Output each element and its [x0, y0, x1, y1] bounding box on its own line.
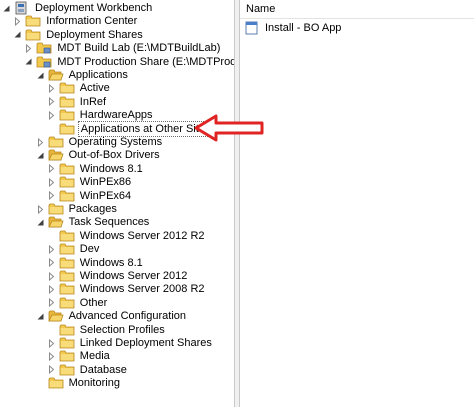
expander-closed-icon[interactable]: [47, 258, 56, 268]
expander-closed-icon[interactable]: [47, 97, 56, 107]
expander-open-icon[interactable]: [36, 151, 45, 160]
expander-open-icon[interactable]: [24, 57, 33, 66]
expander-closed-icon[interactable]: [47, 110, 56, 120]
expander-closed-icon[interactable]: [47, 177, 56, 187]
expander-closed-icon[interactable]: [47, 164, 56, 174]
navigation-tree-pane[interactable]: Deployment Workbench Information Center De…: [0, 0, 234, 407]
details-pane[interactable]: Name Install - BO App: [240, 0, 474, 407]
expander-open-icon[interactable]: [36, 312, 45, 321]
expander-open-icon[interactable]: [36, 71, 45, 80]
tree-item[interactable]: Monitoring: [36, 375, 122, 391]
expander-closed-icon[interactable]: [24, 43, 33, 53]
expander-closed-icon[interactable]: [47, 244, 56, 254]
tree-item-label: Monitoring: [68, 377, 120, 390]
expander-closed-icon[interactable]: [47, 191, 56, 201]
expander-closed-icon[interactable]: [47, 298, 56, 308]
folder-icon: [48, 376, 64, 390]
expander-open-icon[interactable]: [13, 30, 22, 39]
expander-closed-icon[interactable]: [47, 351, 56, 361]
expander-closed-icon[interactable]: [47, 83, 56, 93]
red-arrow-icon: [194, 114, 264, 142]
expander-closed-icon[interactable]: [47, 284, 56, 294]
column-header-name[interactable]: Name: [240, 0, 474, 19]
list-item[interactable]: Install - BO App: [244, 20, 343, 36]
expander-closed-icon[interactable]: [13, 16, 22, 26]
expander-closed-icon[interactable]: [47, 365, 56, 375]
expander-closed-icon[interactable]: [36, 137, 45, 147]
expander-closed-icon[interactable]: [36, 204, 45, 214]
expander-open-icon[interactable]: [2, 4, 11, 13]
expander-open-icon[interactable]: [36, 218, 45, 227]
expander-closed-icon[interactable]: [47, 271, 56, 281]
list-item-label: Install - BO App: [265, 22, 342, 34]
expander-closed-icon[interactable]: [47, 338, 56, 348]
application-icon: [244, 21, 260, 35]
